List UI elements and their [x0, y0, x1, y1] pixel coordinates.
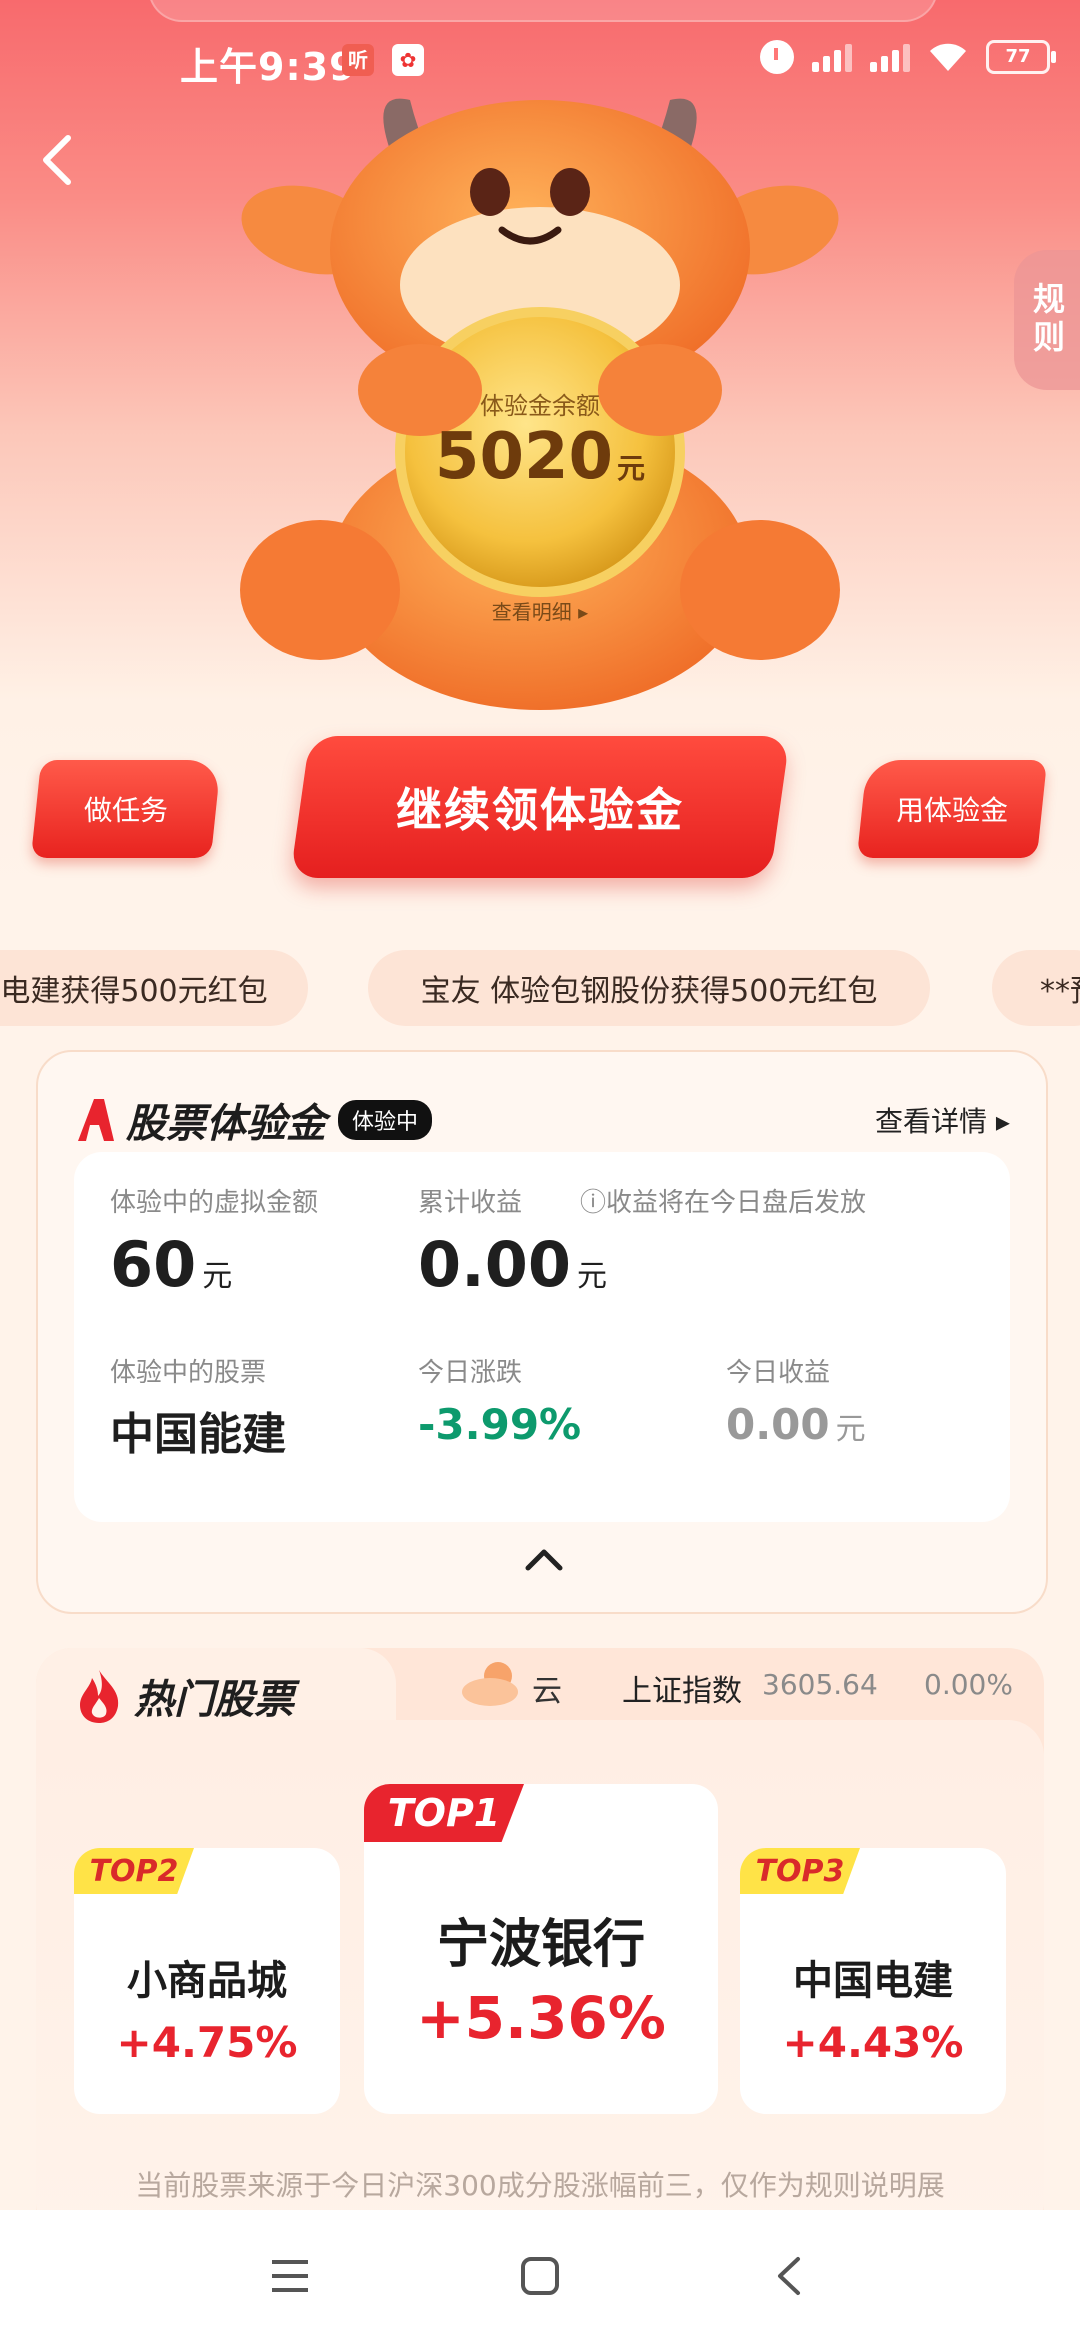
ticker-item: 电建获得500元红包 — [0, 950, 308, 1026]
trial-stock-label: 体验中的股票 — [110, 1358, 267, 1388]
wifi-icon — [930, 43, 966, 71]
top1-stock-change: +5.36% — [416, 1984, 666, 2052]
index-change: 0.00% — [924, 1668, 1013, 1701]
trial-stock-name[interactable]: 中国能建 — [110, 1398, 286, 1462]
ticker-text: 宝友 体验包钢股份获得500元红包 — [420, 974, 878, 1009]
top3-stock-change: +4.43% — [782, 2018, 964, 2067]
back-icon[interactable] — [770, 2256, 810, 2296]
top2-stock-name: 小商品城 — [127, 1958, 287, 2004]
hot-stocks-title: 热门股票 — [134, 1677, 294, 1723]
stock-card-header: 股票体验金 体验中 — [74, 1092, 433, 1148]
top1-tag: TOP1 — [364, 1784, 524, 1842]
stock-card-body: 体验中的虚拟金额 60 元 累计收益 ⓘ收益将在今日盘后发放 0.00 元 体验中的… — [74, 1152, 1010, 1522]
cumulative-income-value: 0.00 — [418, 1228, 571, 1301]
rules-tab[interactable]: 规则 — [1014, 250, 1080, 390]
balance-label: 体验金余额 — [480, 392, 600, 420]
claim-trial-fund-label: 继续领体验金 — [396, 783, 684, 837]
stock-trial-card: 股票体验金 体验中 查看详情 ▸ 体验中的虚拟金额 60 元 累计收益 ⓘ收益将在… — [36, 1050, 1048, 1614]
system-nav-bar — [0, 2210, 1080, 2340]
top1-stock-name: 宁波银行 — [436, 1915, 645, 1975]
balance-amount: 5020 元 — [0, 420, 1080, 494]
top3-stock-name: 中国电建 — [793, 1958, 953, 2004]
cloud-weather-icon — [462, 1662, 518, 1706]
status-badge: 体验中 — [338, 1100, 433, 1140]
view-detail-link[interactable]: 查看明细 ▸ — [0, 596, 1080, 625]
fire-icon — [80, 1670, 119, 1723]
back-arrow-icon[interactable] — [30, 130, 90, 190]
a-share-logo-icon — [78, 1099, 114, 1141]
today-income-value: 0.00 — [726, 1400, 830, 1449]
use-trial-fund-label: 用体验金 — [895, 794, 1009, 827]
today-change-label: 今日涨跌 — [418, 1358, 523, 1388]
menu-icon[interactable] — [270, 2256, 310, 2296]
top1-stock-card[interactable]: TOP1 宁波银行 +5.36% — [364, 1784, 718, 2114]
ticker-item: 宝友 体验包钢股份获得500元红包 — [368, 950, 930, 1026]
top3-tag: TOP3 — [740, 1848, 860, 1894]
income-note[interactable]: ⓘ收益将在今日盘后发放 — [580, 1182, 866, 1219]
top2-tag: TOP2 — [74, 1848, 194, 1894]
battery-icon: 77 — [986, 40, 1056, 74]
hot-stocks-header: 热门股票 — [76, 1666, 294, 1726]
cumulative-income-label: 累计收益 — [418, 1188, 523, 1218]
gift-app-icon: ✿ — [392, 44, 424, 76]
ticker-item: **预 — [992, 950, 1080, 1026]
status-time: 上午9:39 — [180, 45, 357, 89]
stock-card-title: 股票体验金 — [126, 1101, 326, 1147]
virtual-amount: 60 元 — [110, 1228, 232, 1301]
listen-app-icon: 听 — [342, 44, 374, 76]
balance-value: 5020 — [434, 420, 614, 494]
alarm-icon — [760, 40, 794, 74]
virtual-amount-unit: 元 — [202, 1259, 233, 1294]
today-income-label: 今日收益 — [726, 1358, 831, 1388]
today-change-value: -3.99% — [418, 1400, 582, 1449]
virtual-amount-label: 体验中的虚拟金额 — [110, 1188, 319, 1218]
disclaimer-text: 当前股票来源于今日沪深300成分股涨幅前三，仅作为规则说明展 — [135, 2169, 945, 2202]
today-income: 0.00 元 — [726, 1400, 866, 1449]
top2-stock-card[interactable]: TOP2 小商品城 +4.75% — [74, 1848, 340, 2114]
use-trial-fund-button[interactable]: 用体验金 — [856, 760, 1048, 858]
signal-icon-2 — [870, 42, 910, 72]
home-icon[interactable] — [520, 2256, 560, 2296]
view-details-link[interactable]: 查看详情 ▸ — [875, 1100, 1010, 1140]
ticker-text: **预 — [1040, 974, 1080, 1009]
top2-stock-change: +4.75% — [116, 2018, 298, 2067]
weather-label: 云 — [532, 1674, 562, 1709]
cumulative-income-unit: 元 — [576, 1259, 607, 1294]
index-value: 3605.64 — [762, 1668, 878, 1701]
top3-stock-card[interactable]: TOP3 中国电建 +4.43% — [740, 1848, 1006, 2114]
index-name[interactable]: 上证指数 — [622, 1666, 742, 1710]
ticker-text: 电建获得500元红包 — [0, 974, 268, 1009]
cumulative-income: 0.00 元 — [418, 1228, 607, 1301]
today-income-unit: 元 — [835, 1412, 866, 1447]
balance-unit: 元 — [617, 452, 646, 485]
signal-icon — [812, 42, 852, 72]
do-task-label: 做任务 — [83, 794, 169, 827]
do-task-button[interactable]: 做任务 — [30, 760, 222, 858]
virtual-amount-value: 60 — [110, 1228, 197, 1301]
claim-trial-fund-button[interactable]: 继续领体验金 — [290, 736, 790, 878]
chevron-up-icon[interactable] — [522, 1544, 566, 1574]
